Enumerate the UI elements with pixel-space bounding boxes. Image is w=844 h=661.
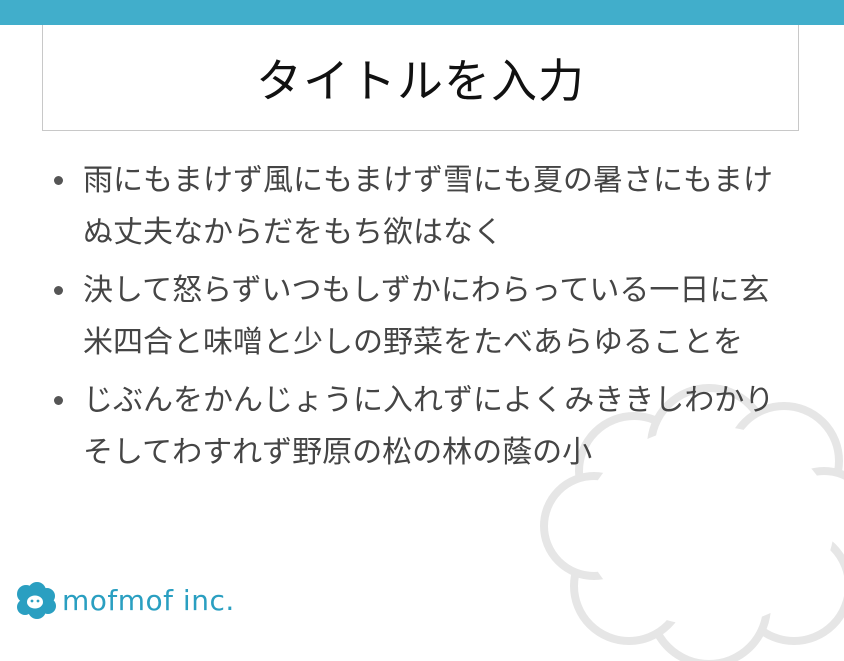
slide-title: タイトルを入力 [256,53,585,108]
list-item: 決して怒らずいつもしずかにわらっている一日に玄米四合と味噌と少しの野菜をたべあら… [48,265,788,369]
bullet-text: じぶんをかんじょうに入れずによくみききしわかりそしてわすれず野原の松の林の蔭の小 [83,383,775,470]
bullet-icon [54,396,63,405]
bullet-icon [54,286,63,295]
company-logo: mofmof inc. [12,578,235,622]
bullet-text: 決して怒らずいつもしずかにわらっている一日に玄米四合と味噌と少しの野菜をたべあら… [83,273,770,360]
list-item: 雨にもまけず風にもまけず雪にも夏の暑さにもまけぬ丈夫なからだをもち欲はなく [48,155,788,259]
logo-text: mofmof inc. [62,583,235,617]
bullet-icon [54,176,63,185]
bullet-list[interactable]: 雨にもまけず風にもまけず雪にも夏の暑さにもまけぬ丈夫なからだをもち欲はなく 決し… [48,155,788,485]
title-box[interactable]: タイトルを入力 [42,25,799,131]
sheep-logo-icon [17,582,56,619]
top-accent-bar [0,0,844,25]
list-item: じぶんをかんじょうに入れずによくみききしわかりそしてわすれず野原の松の林の蔭の小 [48,375,788,479]
bullet-text: 雨にもまけず風にもまけず雪にも夏の暑さにもまけぬ丈夫なからだをもち欲はなく [83,163,773,250]
